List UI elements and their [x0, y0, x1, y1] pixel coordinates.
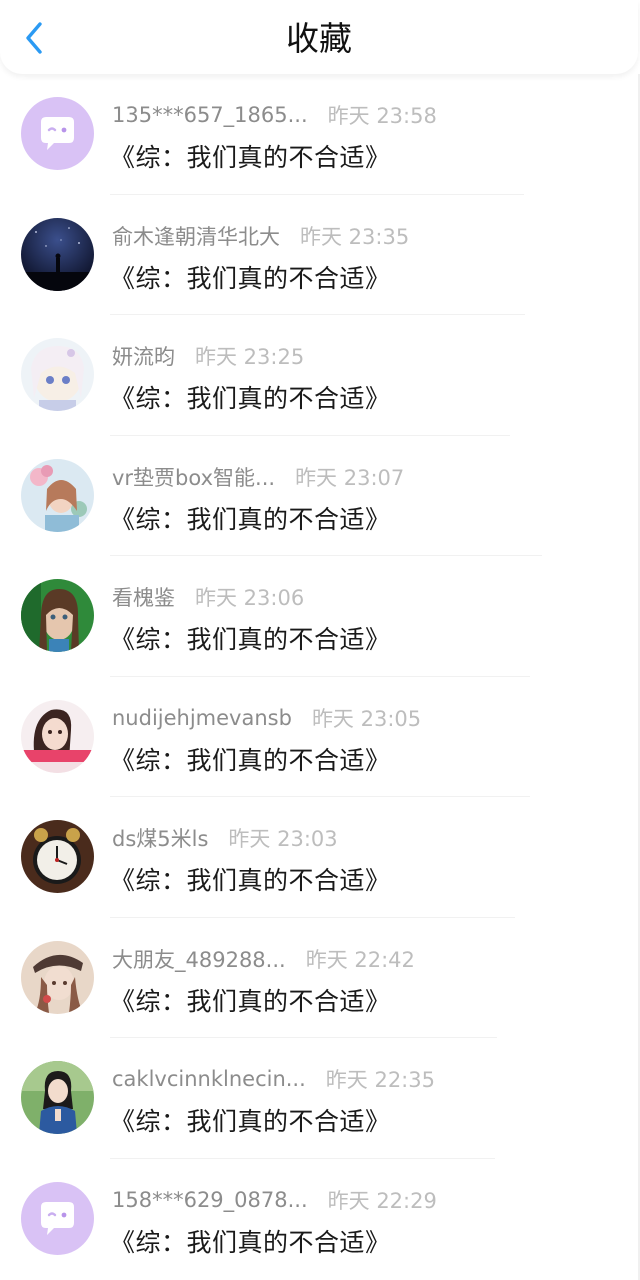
avatar[interactable] — [21, 940, 94, 1014]
avatar[interactable] — [21, 217, 94, 291]
top-bar: 收藏 — [0, 0, 638, 74]
user-name[interactable]: caklvcinnklnecin... — [112, 1067, 306, 1091]
user-name[interactable]: 大朋友_489288... — [112, 944, 286, 974]
avatar[interactable] — [21, 458, 94, 532]
list-item[interactable]: caklvcinnklnecin... 昨天 22:35 《综：我们真的不合适》 — [0, 1038, 638, 1159]
list-item[interactable]: 妍流昀 昨天 23:25 《综：我们真的不合适》 — [0, 315, 638, 436]
avatar[interactable] — [21, 97, 94, 170]
avatar[interactable] — [21, 699, 94, 773]
timestamp: 昨天 22:35 — [325, 1068, 435, 1092]
favorite-title[interactable]: 《综：我们真的不合适》 — [110, 982, 391, 1018]
avatar[interactable] — [21, 338, 94, 411]
favorite-title[interactable]: 《综：我们真的不合适》 — [110, 741, 391, 777]
user-name[interactable]: vr垫贾box智能... — [112, 462, 275, 492]
user-name[interactable]: ds煤5米ls — [112, 823, 208, 853]
timestamp: 昨天 23:25 — [195, 345, 305, 369]
list-item[interactable]: 158***629_0878... 昨天 22:29 《综：我们真的不合适》 — [0, 1159, 638, 1280]
avatar[interactable] — [21, 820, 94, 893]
list-item[interactable]: ds煤5米ls 昨天 23:03 《综：我们真的不合适》 — [0, 797, 638, 918]
list-item[interactable]: nudijehjmevansb 昨天 23:05 《综：我们真的不合适》 — [0, 677, 638, 797]
user-name[interactable]: 俞木逢朝清华北大 — [112, 221, 280, 251]
timestamp: 昨天 23:05 — [311, 706, 422, 731]
user-name[interactable]: 看槐鉴 — [112, 582, 175, 612]
timestamp: 昨天 23:07 — [295, 465, 405, 490]
user-name[interactable]: 妍流昀 — [112, 341, 175, 371]
favorite-title[interactable]: 《综：我们真的不合适》 — [110, 1102, 391, 1138]
list-item[interactable]: 大朋友_489288... 昨天 22:42 《综：我们真的不合适》 — [0, 918, 638, 1038]
user-name[interactable]: nudijehjmevansb — [112, 706, 292, 730]
favorites-list: 135***657_1865... 昨天 23:58 《综：我们真的不合适》 俞… — [0, 74, 638, 1279]
favorite-title[interactable]: 《综：我们真的不合适》 — [110, 1223, 391, 1259]
favorite-title[interactable]: 《综：我们真的不合适》 — [110, 259, 391, 295]
favorite-title[interactable]: 《综：我们真的不合适》 — [110, 379, 391, 415]
avatar[interactable] — [21, 1181, 94, 1255]
timestamp: 昨天 22:29 — [327, 1188, 437, 1213]
timestamp: 昨天 23:35 — [300, 224, 410, 249]
avatar[interactable] — [21, 579, 94, 652]
list-item[interactable]: 135***657_1865... 昨天 23:58 《综：我们真的不合适》 — [0, 74, 638, 195]
favorite-title[interactable]: 《综：我们真的不合适》 — [110, 138, 391, 174]
user-name[interactable]: 135***657_1865... — [112, 103, 308, 127]
favorite-title[interactable]: 《综：我们真的不合适》 — [110, 620, 391, 656]
timestamp: 昨天 23:06 — [195, 586, 305, 610]
timestamp: 昨天 22:42 — [305, 947, 415, 972]
user-name[interactable]: 158***629_0878... — [112, 1188, 308, 1212]
list-item[interactable]: 俞木逢朝清华北大 昨天 23:35 《综：我们真的不合适》 — [0, 195, 638, 315]
favorite-title[interactable]: 《综：我们真的不合适》 — [110, 861, 391, 897]
list-item[interactable]: 看槐鉴 昨天 23:06 《综：我们真的不合适》 — [0, 556, 638, 677]
favorite-title[interactable]: 《综：我们真的不合适》 — [110, 500, 391, 536]
avatar[interactable] — [21, 1061, 94, 1134]
list-item[interactable]: vr垫贾box智能... 昨天 23:07 《综：我们真的不合适》 — [0, 436, 638, 556]
timestamp: 昨天 23:58 — [327, 104, 437, 128]
timestamp: 昨天 23:03 — [228, 827, 338, 851]
page-title: 收藏 — [286, 19, 352, 58]
